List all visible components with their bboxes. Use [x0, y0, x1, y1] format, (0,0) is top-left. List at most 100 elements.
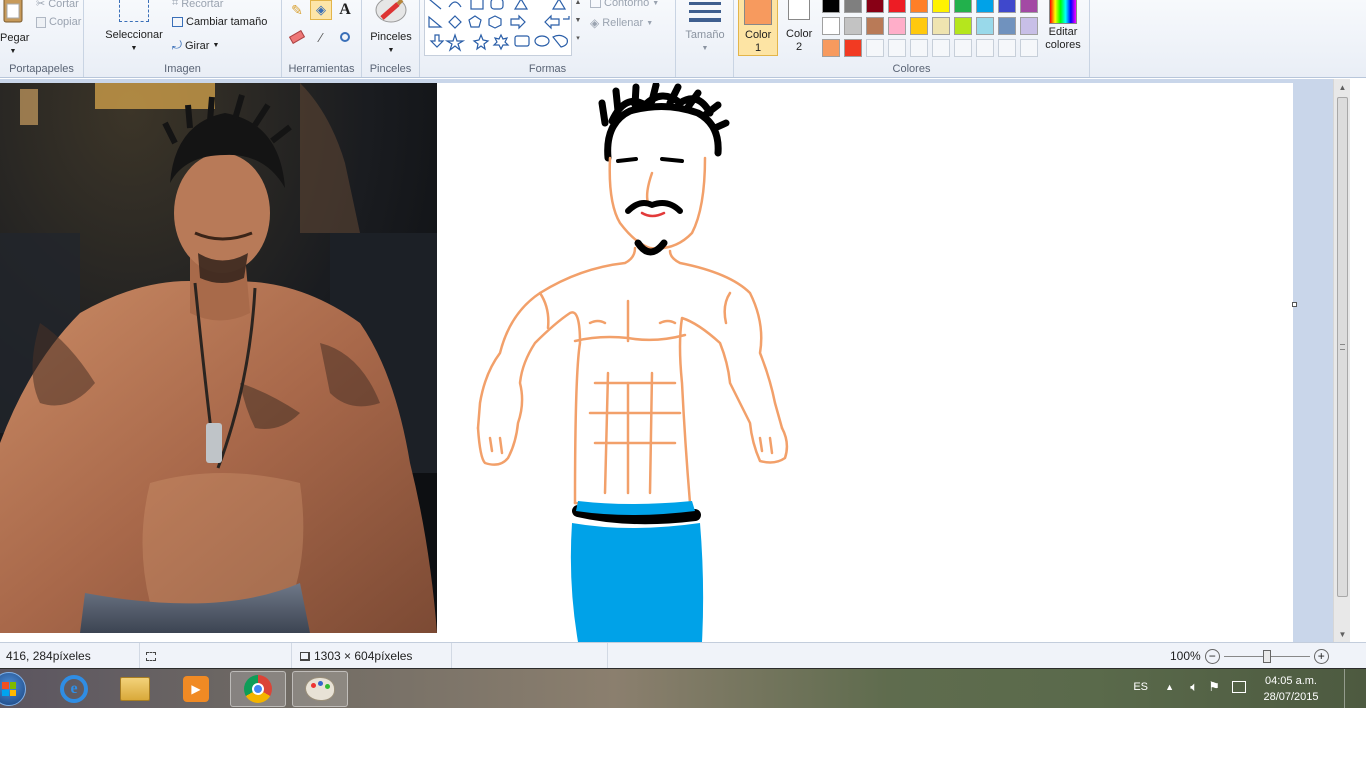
- scroll-up-arrow[interactable]: ▲: [1334, 79, 1351, 95]
- palette-swatch[interactable]: [888, 17, 906, 35]
- network-icon[interactable]: [1232, 681, 1246, 693]
- fill-icon: ◈: [590, 16, 600, 30]
- palette-swatch[interactable]: [866, 0, 884, 13]
- copy-button[interactable]: Copiar: [36, 16, 81, 28]
- pencil-tool[interactable]: ✎: [286, 0, 308, 20]
- taskbar-media-player[interactable]: ▶: [168, 671, 224, 707]
- palette-swatch-empty[interactable]: [998, 39, 1016, 57]
- zoom-slider[interactable]: [1223, 649, 1310, 664]
- palette-swatch-empty[interactable]: [910, 39, 928, 57]
- text-icon: A: [339, 1, 351, 18]
- chevron-down-icon: ▼: [701, 45, 709, 52]
- color2-button[interactable]: Color 2: [782, 0, 816, 54]
- magnifier-tool[interactable]: [334, 27, 356, 47]
- start-button[interactable]: [0, 671, 32, 707]
- brushes-label: Pinceles: [370, 31, 412, 43]
- eraser-tool[interactable]: [286, 27, 308, 47]
- cut-label: Cortar: [48, 0, 79, 10]
- palette-swatch-empty[interactable]: [888, 39, 906, 57]
- eyedropper-icon: ⁄: [319, 29, 323, 45]
- select-button[interactable]: Seleccionar ▼: [102, 0, 166, 55]
- taskbar-internet-explorer[interactable]: e: [46, 671, 102, 707]
- palette-swatch[interactable]: [844, 0, 862, 13]
- zoom-out-icon[interactable]: −: [1204, 648, 1220, 664]
- outline-button[interactable]: Contorno ▼: [590, 0, 659, 9]
- text-tool[interactable]: A: [334, 0, 356, 20]
- rotate-icon: ⤾: [172, 38, 182, 52]
- media-player-icon: ▶: [183, 676, 209, 702]
- show-hidden-icons[interactable]: ▲: [1165, 682, 1174, 692]
- brushes-group: Pinceles ▼ Pinceles: [362, 0, 420, 77]
- color1-button[interactable]: Color 1: [738, 0, 778, 56]
- scrollbar-thumb[interactable]: [1337, 97, 1348, 597]
- palette-swatch[interactable]: [910, 0, 928, 13]
- shapes-scroll[interactable]: ▲ ▼ ▾: [573, 0, 583, 52]
- selection-size: [140, 643, 292, 669]
- palette-swatch[interactable]: [932, 17, 950, 35]
- taskbar-chrome[interactable]: [230, 671, 286, 707]
- shapes-icons: [428, 0, 570, 52]
- action-center-flag-icon[interactable]: ⚑: [1208, 679, 1220, 695]
- volume-icon[interactable]: 🔈︎: [1190, 679, 1198, 695]
- clipboard-group-label: Portapapeles: [9, 63, 74, 75]
- palette-swatch[interactable]: [998, 17, 1016, 35]
- zoom-in-icon[interactable]: +: [1313, 648, 1329, 664]
- palette-swatch[interactable]: [910, 17, 928, 35]
- palette-swatch[interactable]: [866, 17, 884, 35]
- clock[interactable]: 04:05 a.m. 28/07/2015: [1256, 673, 1326, 705]
- drawing-canvas[interactable]: [0, 83, 1293, 642]
- palette-swatch[interactable]: [954, 17, 972, 35]
- palette-swatch-empty[interactable]: [1020, 39, 1038, 57]
- taskbar-paint[interactable]: [292, 671, 348, 707]
- crop-icon: ⌗: [172, 0, 179, 9]
- status-segment-blank: [452, 643, 608, 669]
- palette-swatch[interactable]: [998, 0, 1016, 13]
- internet-explorer-icon: e: [60, 675, 88, 703]
- palette-swatch[interactable]: [976, 0, 994, 13]
- palette-swatch[interactable]: [932, 0, 950, 13]
- taskbar-file-explorer[interactable]: [107, 671, 163, 707]
- cut-button[interactable]: ✂ Cortar: [36, 0, 79, 10]
- select-label: Seleccionar: [105, 29, 163, 41]
- palette-swatch-empty[interactable]: [866, 39, 884, 57]
- palette-swatch[interactable]: [822, 17, 840, 35]
- palette-swatch[interactable]: [822, 39, 840, 57]
- clock-time: 04:05 a.m.: [1265, 675, 1317, 687]
- crop-button[interactable]: ⌗ Recortar: [172, 0, 223, 10]
- palette-swatch[interactable]: [1020, 0, 1038, 13]
- zoom-slider-thumb[interactable]: [1262, 649, 1271, 663]
- palette-swatch-empty[interactable]: [932, 39, 950, 57]
- palette-swatch[interactable]: [976, 17, 994, 35]
- language-indicator[interactable]: ES: [1133, 681, 1148, 693]
- color-palette: [822, 0, 1042, 60]
- size-button[interactable]: Tamaño ▼: [680, 0, 730, 55]
- chevron-up-icon: ▲: [574, 0, 582, 6]
- palette-swatch-empty[interactable]: [954, 39, 972, 57]
- eraser-icon: [288, 30, 306, 44]
- brushes-group-label: Pinceles: [369, 63, 412, 75]
- scroll-down-arrow[interactable]: ▼: [1334, 626, 1351, 642]
- palette-swatch[interactable]: [954, 0, 972, 13]
- vertical-scrollbar[interactable]: ▲ ▼: [1333, 79, 1350, 642]
- pencil-icon: ✎: [291, 1, 303, 18]
- edit-colors-button[interactable]: Editar colores: [1040, 0, 1086, 52]
- palette-swatch[interactable]: [822, 0, 840, 13]
- status-bar: 416, 284píxeles 1303 × 604píxeles 100% −…: [0, 642, 1366, 669]
- palette-swatch-empty[interactable]: [976, 39, 994, 57]
- brushes-button[interactable]: Pinceles ▼: [364, 0, 418, 57]
- paste-button[interactable]: Pegar ▼: [0, 0, 29, 58]
- color-picker-tool[interactable]: ⁄: [310, 27, 332, 47]
- color2-label: Color 2: [786, 28, 813, 53]
- palette-swatch[interactable]: [844, 17, 862, 35]
- palette-swatch[interactable]: [844, 39, 862, 57]
- fill-tool[interactable]: ◈: [310, 0, 332, 20]
- fill-button[interactable]: ◈ Rellenar ▼: [590, 16, 653, 30]
- resize-button[interactable]: Cambiar tamaño: [172, 16, 267, 28]
- canvas-resize-handle[interactable]: [1292, 302, 1297, 307]
- show-desktop-button[interactable]: [1344, 669, 1354, 709]
- palette-swatch[interactable]: [1020, 17, 1038, 35]
- rotate-button[interactable]: ⤾ Girar ▼: [172, 38, 219, 53]
- palette-swatch[interactable]: [888, 0, 906, 13]
- folder-icon: [120, 677, 150, 701]
- line-width-icon: [689, 2, 721, 22]
